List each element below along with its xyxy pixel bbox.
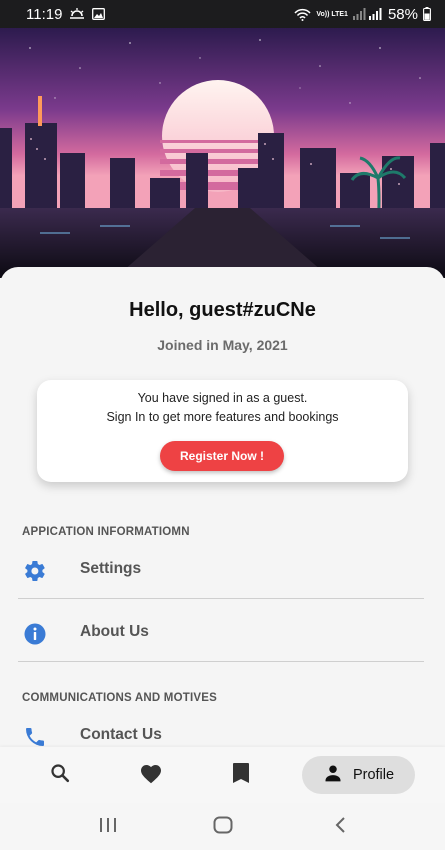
- register-now-button[interactable]: Register Now !: [160, 441, 284, 471]
- bottom-navigation: Profile: [0, 747, 445, 803]
- back-icon: [333, 816, 347, 839]
- guest-notice-card: You have signed in as a guest. Sign In t…: [37, 380, 408, 482]
- person-icon: [323, 763, 343, 788]
- battery-percent: 58%: [387, 5, 418, 23]
- network-label: Vo)) LTE1: [316, 10, 348, 18]
- section-header-communications: COMMUNICATIONS AND MOTIVES: [22, 692, 217, 704]
- wifi-icon: [294, 8, 311, 21]
- nav-bookmarks[interactable]: [226, 761, 256, 789]
- status-right: Vo)) LTE1 58%: [294, 6, 431, 23]
- about-us-label: About Us: [80, 623, 149, 640]
- clock: 11:19: [26, 5, 63, 23]
- bookmark-icon: [232, 762, 250, 789]
- search-icon: [49, 762, 71, 789]
- profile-panel: Hello, guest#zuCNe Joined in May, 2021 Y…: [0, 267, 445, 747]
- info-icon: [23, 622, 47, 646]
- divider: [18, 598, 424, 599]
- nav-search[interactable]: [45, 761, 75, 789]
- menu-item-settings[interactable]: Settings: [0, 545, 445, 595]
- contact-us-label: Contact Us: [80, 726, 162, 743]
- greeting-title: Hello, guest#zuCNe: [129, 299, 316, 321]
- gear-icon: [23, 559, 47, 583]
- battery-icon: [423, 7, 431, 21]
- weather-icon: [69, 8, 85, 20]
- status-bar: 11:19 Vo)) LTE1 58%: [0, 0, 445, 28]
- menu-item-about-us[interactable]: About Us: [0, 608, 445, 658]
- recents-button[interactable]: [96, 816, 120, 838]
- home-icon: [213, 816, 233, 839]
- status-left: 11:19: [26, 5, 106, 23]
- nav-favorites[interactable]: [136, 761, 166, 789]
- nav-profile-label: Profile: [352, 767, 395, 783]
- profile-banner-image: [0, 28, 445, 278]
- heart-icon: [139, 762, 163, 789]
- guest-notice-line2: Sign In to get more features and booking…: [106, 410, 339, 424]
- divider: [18, 661, 424, 662]
- recents-icon: [98, 817, 118, 838]
- signal-icon: [352, 8, 383, 20]
- system-navigation-bar: [0, 803, 445, 850]
- home-button[interactable]: [211, 816, 235, 838]
- nav-profile[interactable]: Profile: [302, 756, 415, 794]
- joined-date: Joined in May, 2021: [157, 337, 288, 353]
- section-header-app-info: APPICATION INFORMATIOMN: [22, 526, 190, 538]
- back-button[interactable]: [328, 816, 352, 838]
- menu-item-contact-us[interactable]: Contact Us: [0, 711, 445, 747]
- phone-icon: [23, 725, 47, 747]
- settings-label: Settings: [80, 560, 142, 577]
- image-icon: [92, 8, 106, 20]
- guest-notice-line1: You have signed in as a guest.: [137, 391, 308, 405]
